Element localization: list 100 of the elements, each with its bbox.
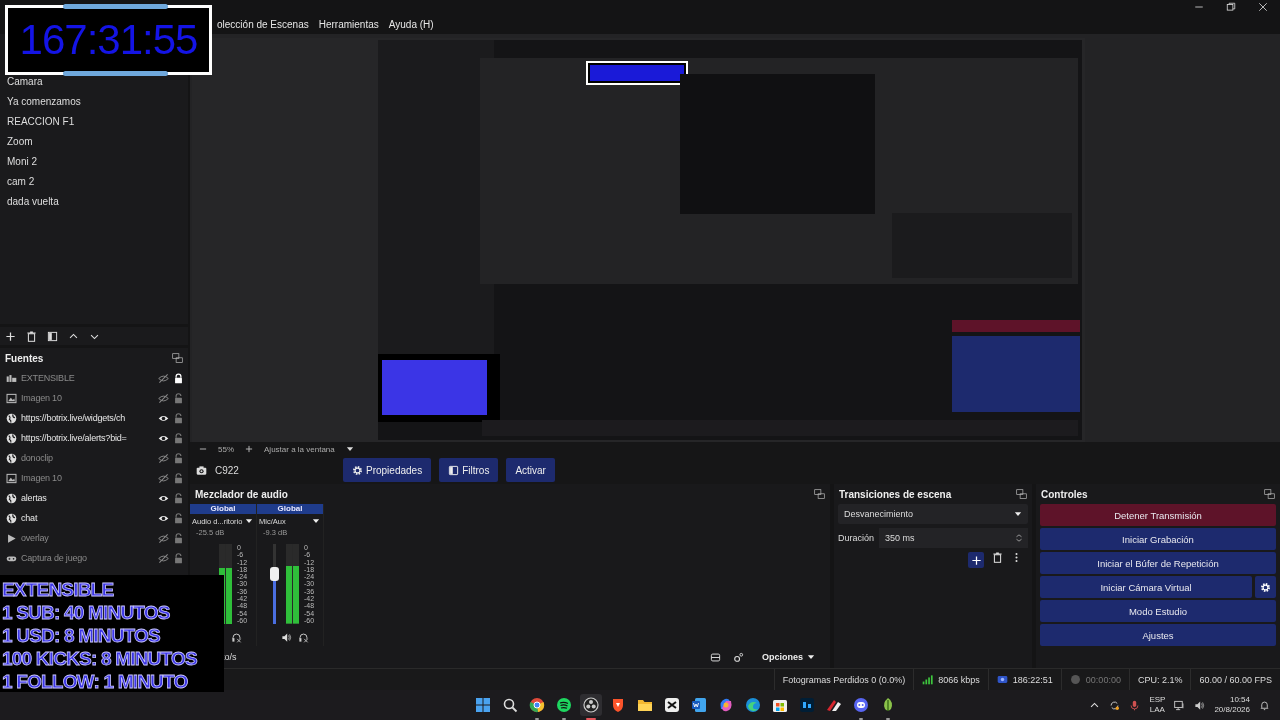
filter-icon	[448, 464, 460, 476]
keyboard-layout[interactable]: LAA	[1149, 705, 1165, 715]
toolbar-button[interactable]: Activar	[506, 458, 555, 483]
dock-title: Fuentes	[5, 352, 44, 364]
swirl-icon[interactable]	[718, 697, 734, 713]
text-icon	[6, 372, 17, 384]
transition-dropdown[interactable]: Desvanecimiento	[838, 504, 1028, 524]
control-button[interactable]: Ajustes	[1040, 624, 1276, 646]
slider-thumb[interactable]	[269, 567, 279, 582]
timer-text: 167:31:55	[19, 18, 198, 62]
add-button[interactable]	[968, 552, 984, 568]
scene-item[interactable]: REACCION F1	[0, 112, 188, 132]
close-icon	[1258, 2, 1268, 12]
photo-icon[interactable]	[799, 697, 815, 713]
eye-slash-icon[interactable]	[158, 472, 169, 484]
channel-header: Global	[190, 504, 256, 514]
selection-handle[interactable]	[63, 4, 168, 9]
search-icon[interactable]	[502, 697, 518, 713]
editor-icon[interactable]	[664, 697, 680, 713]
toolbar-button[interactable]: Filtros	[439, 458, 499, 483]
control-button[interactable]: Iniciar el Búfer de Repetición	[1040, 552, 1276, 574]
source-name[interactable]: EXTENSIBLE	[21, 373, 154, 383]
image-icon	[6, 392, 17, 404]
broadcast-icon	[996, 674, 1008, 685]
volume-slider[interactable]	[272, 544, 276, 624]
music-icon[interactable]	[556, 697, 572, 713]
headphones-icon	[298, 631, 309, 643]
toolbar-button[interactable]: Propiedades	[343, 458, 432, 483]
input-language[interactable]: ESP	[1149, 695, 1166, 705]
plus-icon	[5, 330, 16, 342]
eye-slash-icon[interactable]	[158, 452, 169, 464]
fit-option[interactable]: Ajustar a la ventana	[264, 444, 335, 454]
panel-icon	[47, 330, 58, 342]
unlock-icon[interactable]	[173, 392, 184, 404]
lock-icon[interactable]	[173, 372, 184, 384]
scene-item[interactable]: Ya comenzamos	[0, 92, 188, 112]
source-name[interactable]: overlay	[21, 533, 154, 543]
grid-icon[interactable]	[475, 697, 491, 713]
unlock-icon[interactable]	[173, 472, 184, 484]
globe-icon	[6, 432, 17, 444]
control-button[interactable]: Modo Estudio	[1040, 600, 1276, 622]
wave-icon[interactable]	[745, 697, 761, 713]
scene-item[interactable]: cam 2	[0, 172, 188, 192]
control-button[interactable]: Detener Transmisión	[1040, 504, 1276, 526]
unlock-icon[interactable]	[173, 512, 184, 524]
folder-icon[interactable]	[637, 697, 653, 713]
eye-slash-icon[interactable]	[158, 552, 169, 564]
eye-slash-icon[interactable]	[158, 392, 169, 404]
source-name[interactable]: Captura de juego	[21, 553, 154, 563]
unlock-icon[interactable]	[173, 552, 184, 564]
source-name[interactable]: Imagen 10	[21, 473, 154, 483]
undock-icon	[814, 488, 825, 500]
source-name[interactable]: Imagen 10	[21, 393, 154, 403]
zoom-level: 55%	[218, 444, 234, 454]
network-icon	[1174, 699, 1186, 711]
menu-item[interactable]: olección de Escenas	[217, 18, 309, 30]
menu-item[interactable]: Ayuda (H)	[388, 18, 434, 30]
clock-time[interactable]: 10:54	[1229, 695, 1250, 705]
duration-field[interactable]: 350 ms	[879, 528, 1028, 548]
scene-item[interactable]: Zoom	[0, 132, 188, 152]
source-name[interactable]: https://botrix.live/alerts?bid=	[21, 433, 154, 443]
selection-handle[interactable]	[63, 71, 168, 76]
options-button[interactable]: Opciones	[756, 651, 822, 663]
ribbon-icon[interactable]	[826, 697, 842, 713]
globe-icon	[6, 412, 17, 424]
speaker-icon	[1194, 699, 1206, 711]
plus-icon	[244, 444, 254, 455]
recorder-icon[interactable]	[583, 697, 599, 713]
image-icon	[6, 472, 17, 484]
spinner-icon	[1014, 533, 1024, 543]
eye-slash-icon[interactable]	[158, 372, 169, 384]
unlock-icon[interactable]	[173, 452, 184, 464]
headphones-icon	[231, 631, 242, 643]
channel-header: Global	[257, 504, 323, 514]
trash-icon	[26, 330, 37, 342]
unlock-icon[interactable]	[173, 412, 184, 424]
clock-date[interactable]: 20/8/2026	[1214, 705, 1250, 715]
scene-item[interactable]: Camara	[0, 72, 188, 92]
scene-item[interactable]: dada vuelta	[0, 192, 188, 212]
dropped-frames: Fotogramas Perdidos 0 (0.0%)	[782, 674, 906, 685]
gear-icon	[352, 464, 363, 476]
eye-slash-icon[interactable]	[158, 532, 169, 544]
cpu-usage: CPU: 2.1%	[1137, 674, 1183, 685]
source-name[interactable]: chat	[21, 513, 154, 523]
menu-item[interactable]: Herramientas	[318, 18, 379, 30]
source-name[interactable]: donoclip	[21, 453, 154, 463]
unlock-icon[interactable]	[173, 492, 184, 504]
globe-icon[interactable]	[529, 697, 545, 713]
chat-icon[interactable]	[853, 697, 869, 713]
document-icon[interactable]	[691, 697, 707, 713]
store-icon[interactable]	[772, 697, 788, 713]
source-name[interactable]: alertas	[21, 493, 154, 503]
control-button[interactable]: Iniciar Cámara Virtual	[1040, 576, 1252, 598]
source-name[interactable]: https://botrix.live/widgets/ch	[21, 413, 154, 423]
settings-button[interactable]	[1255, 576, 1276, 598]
scene-item[interactable]: Moni 2	[0, 152, 188, 172]
unlock-icon[interactable]	[173, 432, 184, 444]
unlock-icon[interactable]	[173, 532, 184, 544]
control-button[interactable]: Iniciar Grabación	[1040, 528, 1276, 550]
shield-icon[interactable]	[610, 697, 626, 713]
